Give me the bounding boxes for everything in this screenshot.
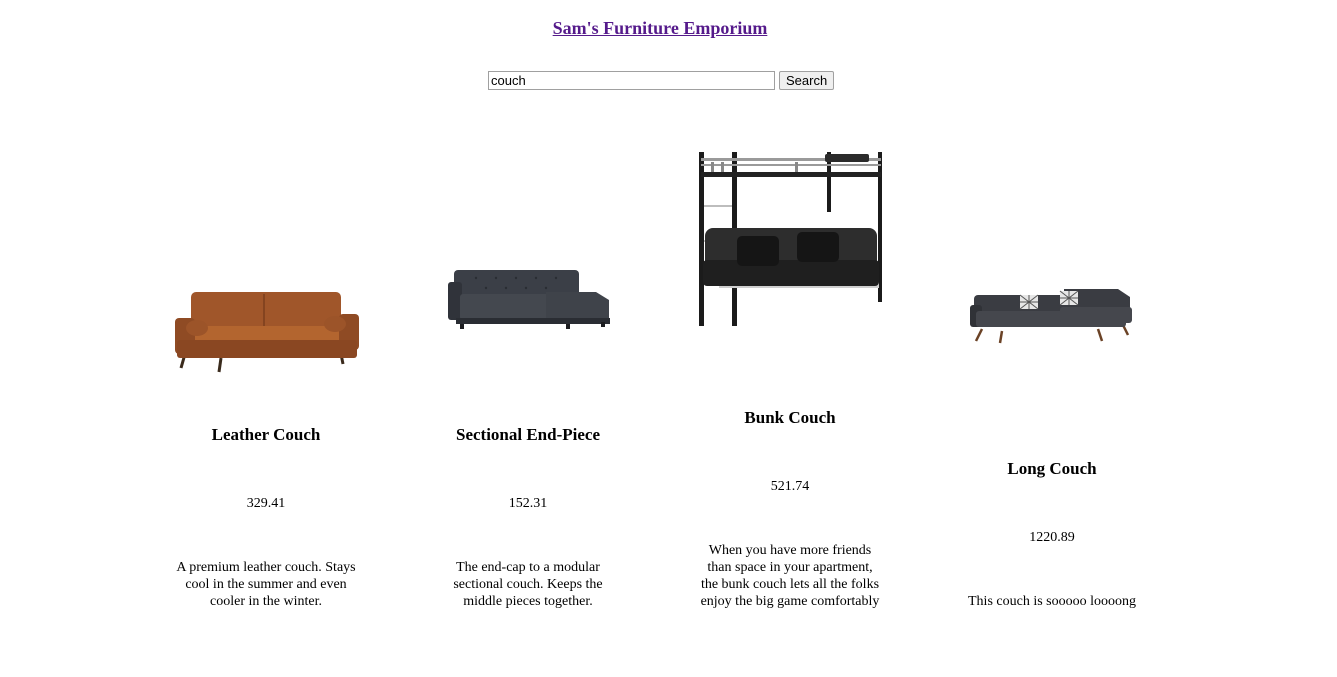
product-name[interactable]: Bunk Couch — [744, 408, 835, 428]
product-description: When you have more friends than space in… — [700, 543, 880, 609]
product-price: 1220.89 — [1029, 530, 1075, 545]
product-card: Long Couch 1220.89 This couch is sooooo … — [921, 285, 1183, 610]
site-title: Sam's Furniture Emporium — [0, 18, 1320, 39]
sectional-couch-image[interactable] — [446, 266, 611, 331]
product-price: 521.74 — [770, 479, 810, 494]
product-name[interactable]: Leather Couch — [212, 425, 321, 445]
product-card: Leather Couch 329.41 A premium leather c… — [135, 284, 397, 610]
product-name[interactable]: Sectional End-Piece — [456, 425, 600, 445]
product-price: 152.31 — [508, 496, 548, 511]
product-name[interactable]: Long Couch — [1007, 459, 1096, 479]
product-description: This couch is sooooo loooong — [968, 594, 1136, 609]
bunk-couch-image[interactable] — [695, 150, 885, 328]
product-card: Bunk Couch 521.74 When you have more fri… — [659, 150, 921, 610]
product-price: 329.41 — [246, 496, 286, 511]
search-input[interactable] — [488, 71, 775, 90]
leather-couch-image[interactable] — [171, 284, 361, 379]
search-button[interactable]: Search — [779, 71, 835, 90]
product-description: The end-cap to a modular sectional couch… — [453, 560, 603, 609]
product-description: A premium leather couch. Stays cool in t… — [176, 560, 356, 609]
long-couch-image[interactable] — [968, 285, 1136, 345]
site-title-link[interactable]: Sam's Furniture Emporium — [553, 18, 768, 38]
product-list: Leather Couch 329.41 A premium leather c… — [135, 150, 1185, 610]
search-bar: Search — [488, 71, 835, 90]
product-card: Sectional End-Piece 152.31 The end-cap t… — [397, 266, 659, 610]
